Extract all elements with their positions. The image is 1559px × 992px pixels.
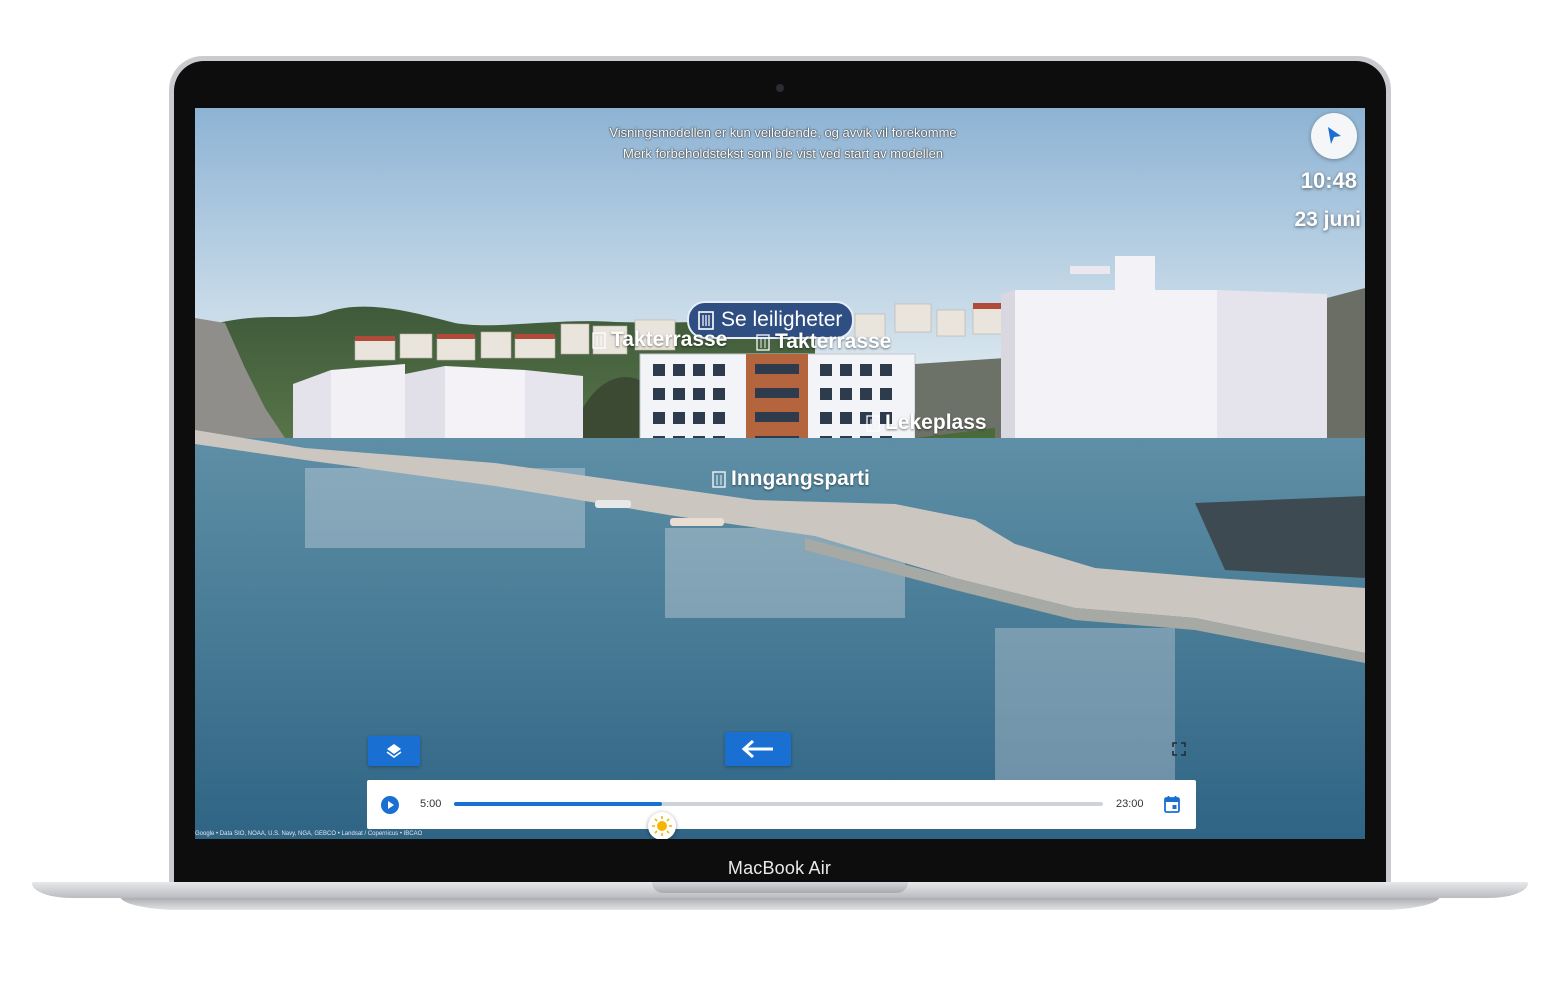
- time-slider-fill: [454, 802, 662, 806]
- fullscreen-icon[interactable]: [1172, 742, 1186, 756]
- disclaimer-line-2: Merk forbeholdstekst som ble vist ved st…: [622, 146, 944, 161]
- time-slider-thumb[interactable]: [647, 812, 676, 839]
- hotspot-label: Takterrasse: [611, 328, 728, 351]
- clock-display: 10:48: [1300, 168, 1357, 193]
- hotspot-inngangsparti[interactable]: Inngangsparti: [711, 467, 870, 491]
- time-end-label: 23:00: [1116, 798, 1144, 810]
- laptop-notch: [652, 882, 908, 893]
- arrow-left-icon: [741, 739, 773, 759]
- play-icon[interactable]: [381, 796, 399, 814]
- building-icon: [592, 332, 606, 349]
- hotspot-label: Inngangsparti: [731, 467, 870, 490]
- layers-button[interactable]: [368, 736, 420, 766]
- building-icon: [712, 471, 726, 488]
- navigation-button[interactable]: [1311, 113, 1357, 159]
- device-brand-label: MacBook Air: [727, 858, 832, 878]
- viewer-3d-screen[interactable]: Visningsmodellen er kun veiledende, og a…: [195, 108, 1365, 839]
- webcam: [776, 84, 784, 92]
- hotspot-label: Takterrasse: [775, 330, 892, 353]
- hotspot-lekeplass[interactable]: Lekeplass: [865, 411, 987, 435]
- disclaimer-text: Visningsmodellen er kun veiledende, og a…: [495, 122, 1071, 164]
- disclaimer-line-1: Visningsmodellen er kun veiledende, og a…: [609, 125, 957, 140]
- back-button[interactable]: [725, 732, 791, 766]
- building-icon: [866, 415, 880, 432]
- laptop-base-bottom: [120, 896, 1440, 910]
- sun-icon: [651, 816, 672, 836]
- building-icon: [698, 311, 714, 330]
- building-icon: [756, 334, 770, 351]
- hotspot-label: Lekeplass: [885, 411, 987, 434]
- time-of-day-bar: 5:00 23:00: [367, 780, 1196, 839]
- hotspot-takterrasse-right[interactable]: Takterrasse: [755, 330, 891, 354]
- time-slider-track[interactable]: [454, 802, 1103, 839]
- layers-icon: [386, 744, 402, 758]
- navigation-arrow-icon: [1328, 127, 1341, 144]
- map-credits: Google • Data SIO, NOAA, U.S. Navy, NGA,…: [195, 831, 423, 837]
- hotspot-takterrasse-left[interactable]: Takterrasse: [591, 328, 727, 352]
- time-start-label: 5:00: [420, 798, 442, 810]
- date-display: 23 juni: [1294, 208, 1361, 231]
- calendar-icon[interactable]: [1164, 795, 1180, 813]
- see-apartments-label: Se leiligheter: [721, 308, 843, 331]
